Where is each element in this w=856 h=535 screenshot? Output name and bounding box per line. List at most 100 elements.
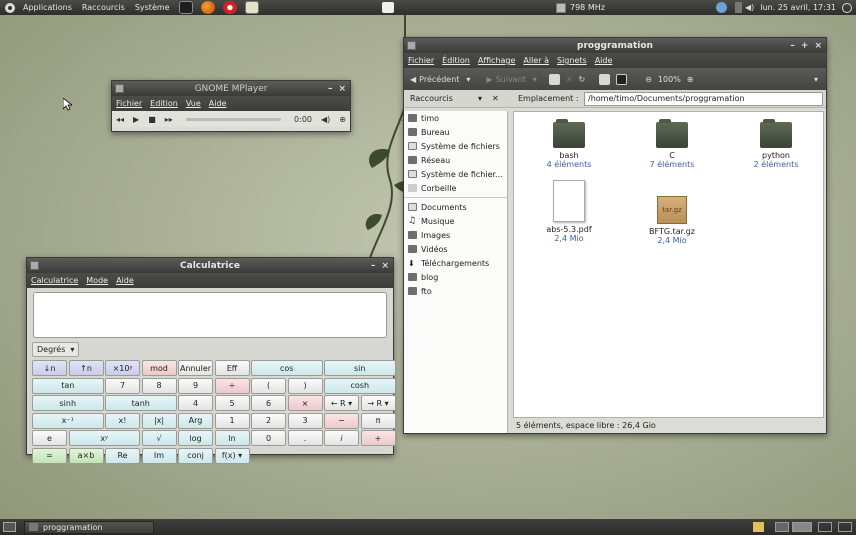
sidebar-item-downloads[interactable]: ⬇ Téléchargements <box>404 256 507 270</box>
key-4[interactable]: 4 <box>178 395 213 411</box>
dropdown-arrow-icon[interactable]: ▾ <box>466 75 470 84</box>
workspace-1[interactable] <box>775 522 789 532</box>
rewind-icon[interactable]: ◂◂ <box>116 115 124 124</box>
key-cos[interactable]: cos <box>251 360 323 376</box>
key-equals[interactable]: = <box>32 447 67 464</box>
app-launcher-icon[interactable] <box>244 1 259 14</box>
firefox-launcher-icon[interactable] <box>200 1 215 14</box>
key-subtract[interactable]: − <box>324 412 359 429</box>
fm-menu-fichier[interactable]: Fichier <box>408 56 434 65</box>
angle-unit-select[interactable]: Degrés ▾ <box>32 341 80 357</box>
fm-titlebar[interactable]: proggramation – + × <box>404 38 826 53</box>
update-icon[interactable] <box>716 2 728 13</box>
close-icon[interactable]: × <box>814 41 822 51</box>
key-factorial[interactable]: x! <box>105 412 140 429</box>
key-cosh[interactable]: cosh <box>324 377 396 394</box>
file-item-pdf[interactable]: abs-5.3.pdf 2,4 Mio <box>534 180 604 243</box>
sidebar-item-desktop[interactable]: Bureau <box>404 125 507 139</box>
zoom-in-icon[interactable]: ⊕ <box>687 75 694 84</box>
close-icon[interactable]: × <box>338 84 346 94</box>
key-undo[interactable]: Annuler <box>178 360 213 376</box>
volume-icon[interactable]: ◀) <box>321 115 330 124</box>
minimize-icon[interactable]: – <box>328 84 333 94</box>
workspace-4[interactable] <box>838 522 852 532</box>
key-sqrt[interactable]: √ <box>141 430 177 446</box>
mplayer-menu-aide[interactable]: Aide <box>209 99 227 108</box>
location-input[interactable]: /home/timo/Documents/proggramation <box>584 91 823 106</box>
show-desktop-icon[interactable] <box>3 522 16 532</box>
key-e[interactable]: e <box>32 430 67 446</box>
key-imaginary[interactable]: i <box>324 430 359 446</box>
stop-loading-icon[interactable]: ✕ <box>566 75 573 84</box>
volume-icon[interactable]: ◀) <box>745 3 754 12</box>
key-sin[interactable]: sin <box>324 360 396 376</box>
key-shift-down[interactable]: ↓n <box>32 360 67 376</box>
key-recall[interactable]: → R ▾ <box>360 395 396 411</box>
key-function[interactable]: f(x) ▾ <box>214 447 250 464</box>
minimize-icon[interactable]: – <box>790 41 795 51</box>
sidebar-header-label[interactable]: Raccourcis <box>410 94 478 103</box>
key-real[interactable]: Re <box>105 447 140 464</box>
minimize-icon[interactable]: – <box>371 261 376 271</box>
key-2[interactable]: 2 <box>251 412 286 429</box>
key-5[interactable]: 5 <box>214 395 250 411</box>
forward-button[interactable]: ▶ Suivant ▾ <box>486 75 536 84</box>
key-8[interactable]: 8 <box>141 377 177 394</box>
calc-display[interactable] <box>33 292 387 338</box>
battery-icon[interactable] <box>735 2 743 13</box>
sidebar-item-filesystem-2[interactable]: Système de fichier... <box>404 167 507 181</box>
key-6[interactable]: 6 <box>251 395 286 411</box>
key-pi[interactable]: π <box>360 412 396 429</box>
key-log[interactable]: log <box>178 430 213 446</box>
key-3[interactable]: 3 <box>287 412 323 429</box>
key-exp[interactable]: ×10ʸ <box>105 360 140 376</box>
calc-titlebar[interactable]: Calculatrice – × <box>27 258 393 273</box>
zoom-level[interactable]: 100% <box>658 75 681 84</box>
fm-menu-affichage[interactable]: Affichage <box>478 56 516 65</box>
file-item-archive[interactable]: tar.gz BFTG.tar.gz 2,4 Mio <box>637 196 707 245</box>
opera-launcher-icon[interactable] <box>222 1 237 14</box>
clock[interactable]: lun. 25 avril, 17:31 <box>760 3 836 12</box>
view-mode-dropdown-icon[interactable]: ▾ <box>814 75 818 84</box>
key-ln[interactable]: ln <box>214 430 250 446</box>
fm-menu-edition[interactable]: Édition <box>442 56 470 65</box>
parent-folder-icon[interactable] <box>548 73 560 85</box>
key-factorize[interactable]: a×b <box>68 447 104 464</box>
fast-forward-icon[interactable]: ▸▸ <box>165 115 173 124</box>
key-divide[interactable]: ÷ <box>214 377 250 394</box>
taskbar-item-proggramation[interactable]: proggramation <box>24 520 154 534</box>
key-7[interactable]: 7 <box>105 377 140 394</box>
fm-menu-signets[interactable]: Signets <box>557 56 587 65</box>
sidebar-item-home[interactable]: timo <box>404 111 507 125</box>
key-1[interactable]: 1 <box>214 412 250 429</box>
menu-systeme[interactable]: Système <box>130 3 175 12</box>
home-icon[interactable] <box>599 73 611 85</box>
sidebar-dropdown-icon[interactable]: ▾ <box>478 94 492 103</box>
key-mod[interactable]: mod <box>141 360 177 376</box>
stop-icon[interactable]: ■ <box>148 115 156 124</box>
mplayer-menu-edition[interactable]: Edition <box>150 99 178 108</box>
key-add[interactable]: + <box>360 430 396 446</box>
notes-icon[interactable] <box>382 2 394 13</box>
power-icon[interactable] <box>842 2 852 13</box>
sidebar-item-blog[interactable]: blog <box>404 270 507 284</box>
mplayer-titlebar[interactable]: GNOME MPlayer – × <box>112 81 350 96</box>
key-0[interactable]: 0 <box>251 430 286 446</box>
key-conjugate[interactable]: conj <box>178 447 213 464</box>
notes-applet-icon[interactable] <box>753 522 764 532</box>
key-store[interactable]: ← R ▾ <box>324 395 359 411</box>
key-power[interactable]: xʸ <box>68 430 140 446</box>
menu-raccourcis[interactable]: Raccourcis <box>77 3 130 12</box>
key-decimal[interactable]: . <box>287 430 323 446</box>
maximize-icon[interactable]: + <box>801 41 809 51</box>
key-shift-up[interactable]: ↑n <box>68 360 104 376</box>
file-item-python[interactable]: python 2 éléments <box>741 119 811 169</box>
key-close-paren[interactable]: ) <box>287 377 323 394</box>
file-item-c[interactable]: C 7 éléments <box>637 119 707 169</box>
fm-file-view[interactable]: bash 4 éléments C 7 éléments python 2 él… <box>513 111 824 418</box>
play-icon[interactable]: ▶ <box>133 115 139 124</box>
workspace-2[interactable] <box>792 522 812 532</box>
key-imag-part[interactable]: Im <box>141 447 177 464</box>
calc-menu-calculatrice[interactable]: Calculatrice <box>31 276 78 285</box>
sidebar-item-network[interactable]: Réseau <box>404 153 507 167</box>
